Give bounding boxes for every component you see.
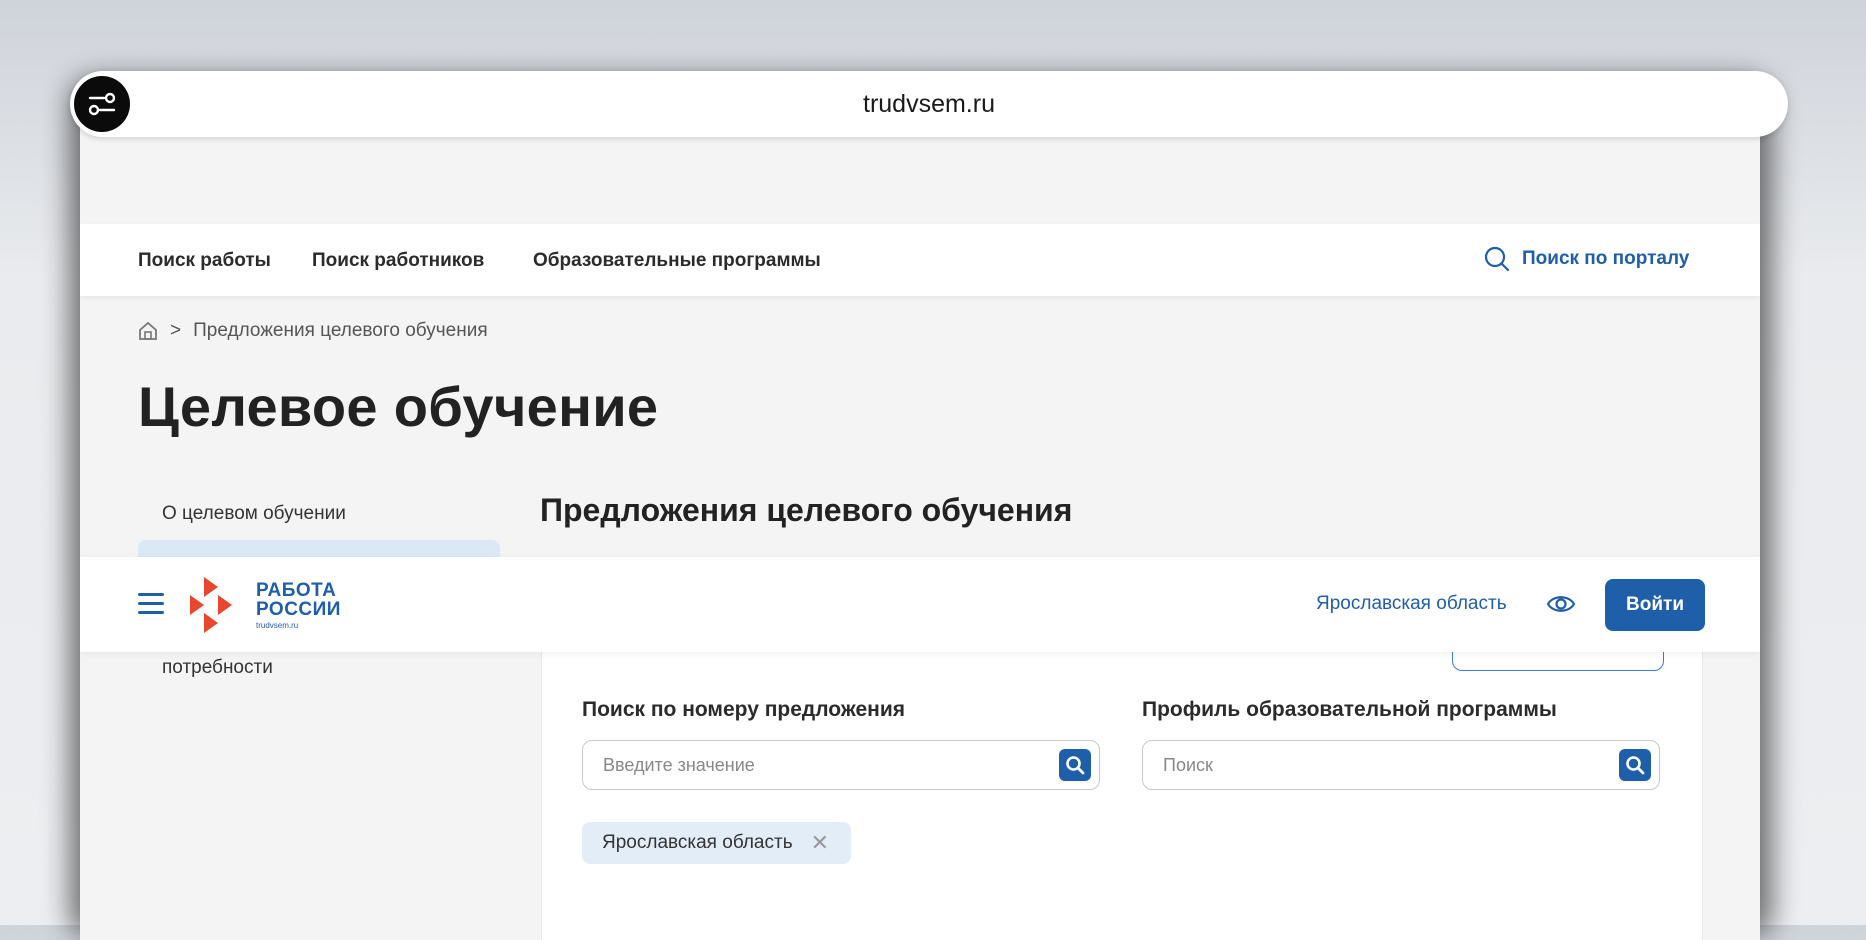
profile-search-input[interactable] (1161, 741, 1595, 789)
address-url: trudvsem.ru (863, 90, 995, 118)
breadcrumb-current: Предложения целевого обучения (193, 320, 488, 341)
page-title: Целевое обучение (138, 375, 659, 438)
profile-field (1142, 740, 1660, 790)
site-header: РАБОТА РОССИИ trudvsem.ru Ярославская об… (80, 557, 1760, 652)
search-icon (1484, 246, 1510, 272)
sidebar-item-needs[interactable]: потребности (162, 657, 273, 679)
menu-icon[interactable] (138, 593, 164, 615)
profile-search-button[interactable] (1619, 749, 1651, 781)
browser-address-bar[interactable]: trudvsem.ru (70, 71, 1788, 137)
region-filter-chip: Ярославская область ✕ (582, 822, 852, 864)
sidebar-active-highlight (138, 540, 500, 558)
portal-search-label: Поиск по порталу (1522, 248, 1690, 269)
search-icon (1066, 756, 1085, 775)
chip-label: Ярославская область (602, 832, 793, 853)
page-viewport: Поиск работы Поиск работников Образовате… (80, 120, 1760, 940)
section-title: Предложения целевого обучения (540, 492, 1073, 528)
offer-number-field (582, 740, 1100, 790)
region-selector[interactable]: Ярославская область (1316, 593, 1507, 615)
logo[interactable]: РАБОТА РОССИИ trudvsem.ru (188, 575, 341, 635)
logo-line-1: РАБОТА (256, 579, 337, 601)
filters-card (541, 640, 1703, 940)
breadcrumb: > Предложения целевого обучения (138, 320, 488, 342)
profile-label: Профиль образовательной программы (1142, 698, 1557, 721)
top-navigation: Поиск работы Поиск работников Образовате… (80, 224, 1760, 296)
search-icon (1626, 756, 1645, 775)
sidebar-item-about[interactable]: О целевом обучении (162, 503, 346, 525)
portal-search-link[interactable]: Поиск по порталу (1484, 246, 1689, 272)
login-button[interactable]: Войти (1605, 579, 1705, 631)
nav-item-job-search[interactable]: Поиск работы (138, 250, 271, 272)
eye-icon[interactable] (1546, 591, 1576, 617)
close-icon[interactable]: ✕ (811, 830, 829, 856)
nav-item-education-programs[interactable]: Образовательные программы (533, 250, 821, 272)
breadcrumb-separator: > (170, 320, 182, 341)
nav-item-employee-search[interactable]: Поиск работников (312, 250, 484, 272)
logo-mark-icon (190, 577, 232, 633)
offer-number-input[interactable] (601, 741, 1035, 789)
offer-number-search-button[interactable] (1059, 749, 1091, 781)
logo-domain: trudvsem.ru (256, 620, 299, 630)
logo-line-2: РОССИИ (256, 598, 341, 620)
home-icon[interactable] (138, 321, 158, 341)
offer-number-label: Поиск по номеру предложения (582, 698, 905, 721)
